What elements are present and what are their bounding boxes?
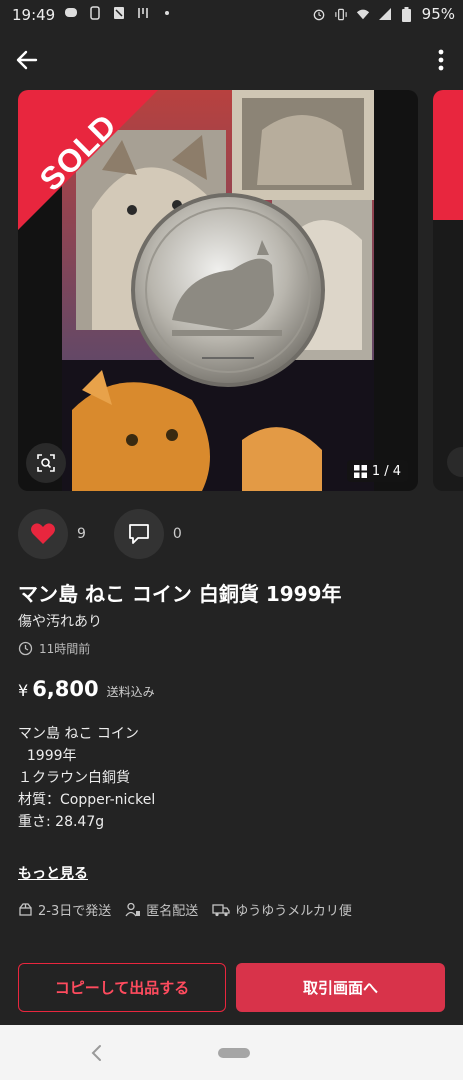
- image-carousel[interactable]: SOLD 1 / 4: [18, 90, 418, 491]
- show-more-link[interactable]: もっと見る: [18, 863, 88, 883]
- item-condition: 傷や汚れあり: [18, 614, 102, 630]
- page-count: 1 / 4: [371, 463, 401, 479]
- item-title: マン島 ねこ コイン 白銅貨 1999年: [18, 582, 342, 606]
- zoom-icon: [37, 454, 55, 472]
- like-button[interactable]: [18, 509, 68, 559]
- clock-icon: [18, 641, 33, 656]
- nav-home-pill[interactable]: [218, 1048, 250, 1058]
- battery-icon: [400, 6, 414, 22]
- wifi-icon: [356, 7, 370, 21]
- action-row: 9 0: [18, 509, 210, 559]
- system-icons: 95%: [312, 5, 455, 23]
- shipping-included: 送料込み: [106, 685, 155, 699]
- vibrate-icon: [334, 7, 348, 21]
- status-time: 19:49: [12, 6, 56, 24]
- description-line: 材質：Copper-nickel: [18, 792, 156, 808]
- item-price: ¥ 6,800 送料込み: [18, 677, 155, 701]
- description-line: マン島 ねこ コイン: [18, 726, 139, 742]
- line-notification-icon: [64, 6, 78, 20]
- battery-percent: 95%: [421, 5, 455, 23]
- shipping-method-label: ゆうゆうメルカリ便: [235, 904, 352, 919]
- dot-icon: [160, 6, 174, 20]
- comment-button[interactable]: [113, 509, 164, 559]
- copy-and-list-button[interactable]: コピーして出品する: [18, 963, 226, 1012]
- grid-icon: [353, 464, 367, 478]
- zoom-button[interactable]: [26, 443, 66, 483]
- alarm-icon: [312, 7, 326, 21]
- item-description: マン島 ねこ コイン 1999年 １クラウン白銅貨 材質：Copper-nick…: [18, 723, 155, 833]
- system-nav-bar: [0, 1025, 463, 1080]
- truck-icon: [212, 904, 230, 917]
- app-bar: [0, 38, 463, 80]
- tool-notification-icon: [136, 6, 150, 20]
- status-bar: 19:49 95%: [0, 0, 463, 30]
- nav-back-icon[interactable]: [89, 1043, 105, 1063]
- next-image-peek[interactable]: [433, 90, 463, 491]
- page-indicator: 1 / 4: [346, 460, 408, 482]
- anonymous-shipping: 匿名配送: [125, 900, 198, 919]
- ship-days: 2-3日で発送: [18, 900, 111, 919]
- notification-icons: [64, 6, 174, 20]
- shipping-method: ゆうゆうメルカリ便: [212, 900, 352, 919]
- description-line: １クラウン白銅貨: [18, 770, 130, 786]
- anonymous-user-icon: [125, 902, 141, 917]
- comment-count: 0: [172, 526, 182, 542]
- like-count: 9: [77, 526, 86, 542]
- anonymous-label: 匿名配送: [146, 904, 199, 919]
- ship-days-label: 2-3日で発送: [38, 904, 112, 919]
- currency-symbol: ¥: [18, 681, 29, 700]
- more-vert-icon[interactable]: [433, 46, 449, 74]
- back-arrow-icon[interactable]: [14, 46, 42, 74]
- heart-icon: [31, 523, 55, 544]
- description-line: 1999年: [18, 748, 77, 764]
- shipping-info: 2-3日で発送 匿名配送 ゆうゆうメルカリ便: [18, 900, 352, 919]
- price-amount: 6,800: [32, 677, 99, 701]
- comment-icon: [129, 524, 149, 544]
- app-notification-icon: [88, 6, 102, 20]
- mercari-notification-icon: [112, 6, 126, 20]
- sold-ribbon: SOLD: [18, 90, 178, 250]
- trade-screen-button[interactable]: 取引画面へ: [236, 963, 445, 1012]
- posted-label: 11時間前: [39, 642, 91, 656]
- posted-time: 11時間前: [18, 640, 90, 657]
- description-line: 重さ: 28.47g: [18, 814, 105, 830]
- box-icon: [19, 903, 32, 916]
- signal-icon: [378, 7, 392, 21]
